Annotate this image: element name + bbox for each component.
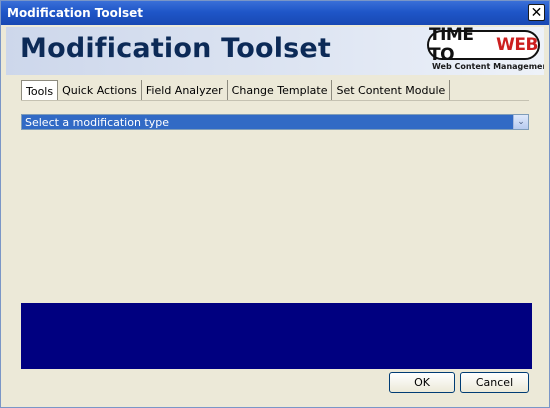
tab-change-template[interactable]: Change Template: [228, 80, 333, 101]
tab-set-content-module[interactable]: Set Content Module: [332, 80, 451, 101]
tab-bar: Tools Quick Actions Field Analyzer Chang…: [21, 80, 451, 101]
logo-text-primary: TIME TO: [429, 27, 474, 65]
tab-tools[interactable]: Tools: [21, 80, 59, 101]
logo-tagline: Web Content Management: [432, 62, 544, 71]
header-title: Modification Toolset: [20, 33, 332, 64]
time-to-web-logo: TIME TO WEB: [427, 27, 540, 65]
title-bar: Modification Toolset ✕: [1, 1, 549, 25]
modification-toolset-window: Modification Toolset ✕ Modification Tool…: [0, 0, 550, 408]
window-title: Modification Toolset: [7, 6, 144, 20]
header-banner: Modification Toolset TIME TO WEB Web Con…: [6, 27, 544, 75]
logo-text-accent: WEB: [496, 35, 538, 55]
close-button[interactable]: ✕: [528, 4, 545, 21]
chevron-down-icon[interactable]: ⌄: [513, 115, 528, 129]
tab-divider: [21, 100, 529, 101]
modification-type-select[interactable]: Select a modification type ⌄: [21, 114, 529, 130]
tab-quick-actions[interactable]: Quick Actions: [58, 80, 142, 101]
close-icon: ✕: [530, 4, 543, 21]
output-panel: [21, 303, 532, 369]
cancel-button[interactable]: Cancel: [460, 372, 529, 393]
modification-type-value: Select a modification type: [25, 115, 170, 129]
ok-button[interactable]: OK: [389, 372, 455, 393]
tab-field-analyzer[interactable]: Field Analyzer: [142, 80, 228, 101]
